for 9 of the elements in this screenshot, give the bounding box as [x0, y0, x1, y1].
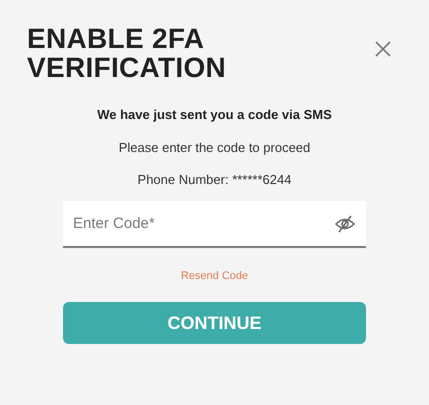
continue-button[interactable]: CONTINUE — [63, 302, 366, 344]
instruction-text: Please enter the code to proceed — [118, 140, 310, 155]
phone-number: Phone Number: ******6244 — [138, 172, 292, 187]
dialog-title: ENABLE 2FA VERIFICATION — [27, 24, 228, 82]
eye-slash-icon[interactable] — [334, 215, 356, 233]
resend-code-link[interactable]: Resend Code — [180, 270, 248, 282]
close-icon[interactable] — [374, 40, 392, 58]
code-field[interactable]: Enter Code* — [63, 201, 366, 248]
sms-notice: We have just sent you a code via SMS — [97, 107, 332, 122]
